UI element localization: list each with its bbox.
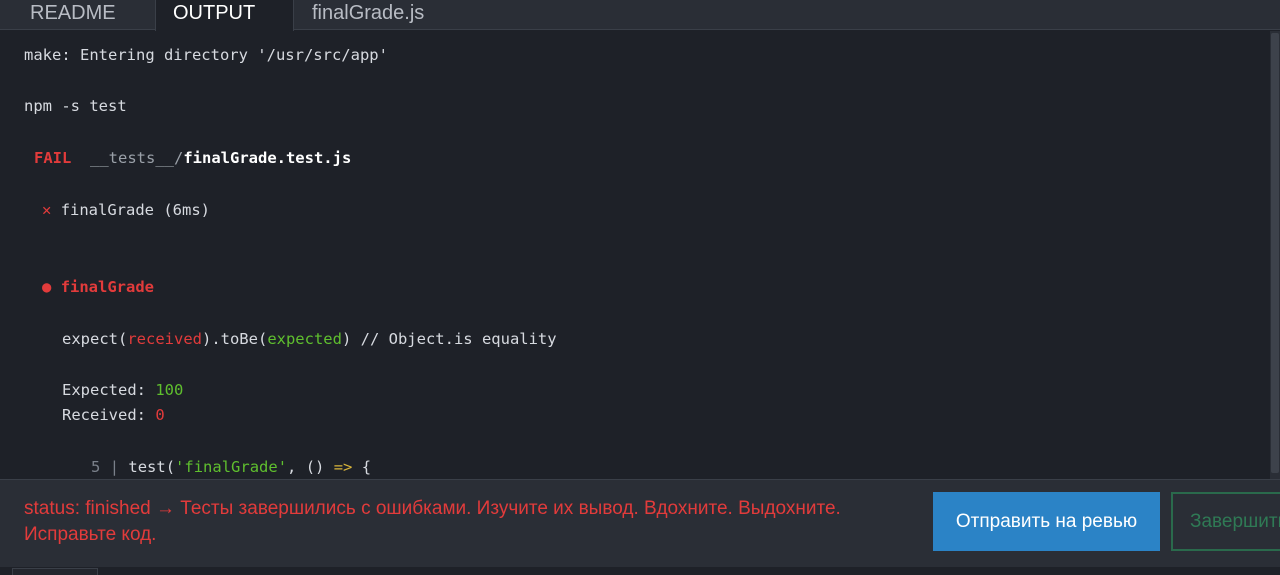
expect-received: received: [127, 330, 202, 348]
code-p1: test(: [128, 458, 176, 476]
cross-icon: ✕: [42, 201, 52, 219]
test-path-dir: __tests__/: [90, 149, 184, 167]
code-string: 'finalGrade': [175, 458, 288, 476]
received-value: 0: [155, 406, 165, 424]
status-message: status: finished → Тесты завершились с о…: [24, 498, 841, 545]
suite-name: finalGrade: [60, 278, 155, 296]
test-path-file: finalGrade.test.js: [183, 149, 352, 167]
output-line-expected: Expected: 100: [62, 379, 183, 401]
bullet-icon: ●: [42, 278, 52, 296]
output-panel: make: Entering directory '/usr/src/app' …: [0, 31, 1270, 479]
test-result-text: finalGrade (6ms): [60, 201, 210, 219]
output-line-entering: make: Entering directory '/usr/src/app': [24, 46, 388, 64]
output-line-fail: FAIL __tests__/finalGrade.test.js: [34, 147, 351, 169]
code-line-number: 5: [91, 458, 101, 476]
status-bar: status: finished → Тесты завершились с о…: [0, 479, 1280, 567]
expect-p3: ) // Object.is equality: [341, 330, 557, 348]
tab-finalgrade-js[interactable]: finalGrade.js: [294, 0, 474, 30]
output-line-command: npm -s test: [24, 97, 127, 115]
output-line-expect: expect(received).toBe(expected) // Objec…: [62, 328, 557, 350]
code-line-separator: |: [109, 458, 120, 476]
received-label: Received:: [62, 406, 156, 424]
tab-bar: README OUTPUT finalGrade.js: [0, 0, 1280, 31]
expected-label: Expected:: [62, 381, 156, 399]
fail-badge: FAIL: [34, 149, 72, 167]
output-line-received: Received: 0: [62, 404, 165, 426]
output-line-suite: ● finalGrade: [42, 276, 154, 298]
code-arrow: =>: [333, 458, 353, 476]
tab-readme[interactable]: README: [0, 0, 155, 30]
expect-p1: expect(: [62, 330, 128, 348]
expect-expected: expected: [267, 330, 342, 348]
expect-p2: ).toBe(: [201, 330, 268, 348]
bottom-tab[interactable]: [12, 568, 98, 575]
send-to-review-button[interactable]: Отправить на ревью: [933, 492, 1160, 551]
output-line-test-result: ✕ finalGrade (6ms): [42, 199, 210, 221]
tab-output[interactable]: OUTPUT: [155, 0, 294, 31]
expected-value: 100: [155, 381, 184, 399]
output-line-code: 5 | test('finalGrade', () => {: [91, 456, 371, 478]
code-p3: {: [352, 458, 372, 476]
code-p2: , (): [287, 458, 334, 476]
finish-button[interactable]: Завершить: [1171, 492, 1280, 551]
output-scrollbar-thumb[interactable]: [1271, 33, 1279, 473]
bottom-strip: [0, 567, 1280, 575]
